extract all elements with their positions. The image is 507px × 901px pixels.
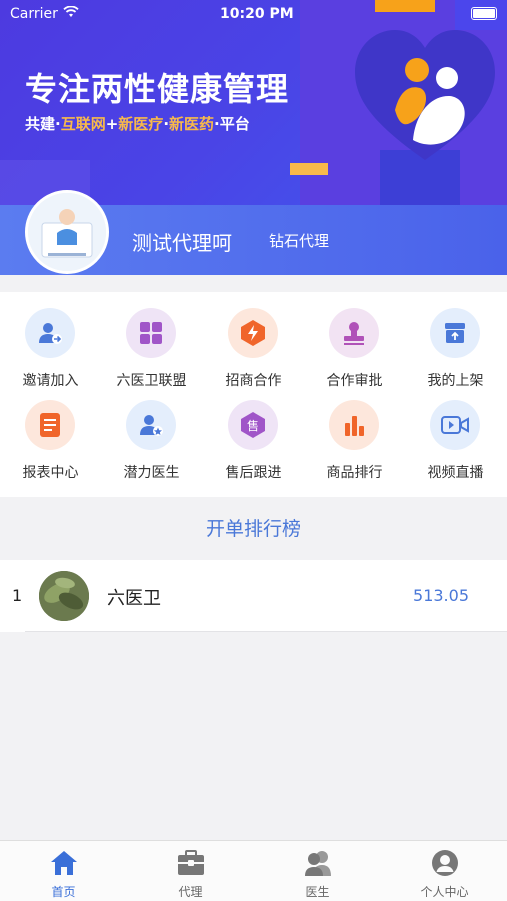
bar-chart-icon	[329, 400, 379, 450]
clock: 10:20 PM	[220, 6, 294, 22]
alliance-grid-icon	[126, 308, 176, 358]
tab-label: 代理	[178, 885, 203, 899]
subtitle-part: ·平台	[214, 115, 250, 133]
battery-icon	[471, 7, 497, 20]
leaf-photo-icon	[39, 571, 89, 621]
grid-label: 视频直播	[427, 465, 484, 481]
svg-text:售: 售	[247, 418, 259, 433]
carrier-label: Carrier	[10, 6, 58, 22]
avatar	[39, 571, 89, 621]
after-sale-icon: 售	[228, 400, 278, 450]
subtitle-highlight: 互联网	[60, 115, 106, 133]
banner-title: 专注两性健康管理	[25, 70, 290, 108]
grid-label: 潜力医生	[123, 465, 180, 481]
grid-label: 报表中心	[22, 465, 79, 481]
grid-item-reports[interactable]: 报表中心	[0, 384, 101, 481]
tab-agent[interactable]: 代理	[127, 841, 254, 901]
rank-value: 513.05	[413, 586, 469, 605]
profile-icon	[432, 850, 458, 876]
home-icon	[51, 851, 77, 875]
status-bar: Carrier 10:20 PM	[0, 0, 507, 28]
shelf-box-icon	[430, 308, 480, 358]
grid-item-live-video[interactable]: 视频直播	[405, 384, 506, 481]
banner-decoration	[290, 163, 328, 175]
tab-bar: 首页 代理 医生 个人中心	[0, 840, 507, 901]
grid-item-potential-doctor[interactable]: 潜力医生	[101, 384, 202, 481]
invite-user-icon	[25, 308, 75, 358]
briefcase-icon	[178, 850, 204, 875]
video-icon	[430, 400, 480, 450]
tab-label: 首页	[51, 885, 76, 899]
grid-item-invite[interactable]: 邀请加入	[0, 292, 101, 389]
grid-item-after-sale[interactable]: 售 售后跟进	[203, 384, 304, 481]
tab-home[interactable]: 首页	[0, 841, 127, 901]
rank-number: 1	[12, 586, 23, 605]
banner-subtitle: 共建·互联网+新医疗·新医药·平台	[25, 113, 250, 134]
tab-label: 个人中心	[420, 885, 469, 899]
doctor-star-icon	[126, 400, 176, 450]
subtitle-highlight: 新医药	[169, 115, 215, 133]
grid-item-alliance[interactable]: 六医卫联盟	[101, 292, 202, 389]
doctor-avatar-icon	[28, 193, 106, 271]
subtitle-part: +	[105, 115, 119, 133]
heart-couple-logo-icon	[355, 30, 495, 160]
lightning-icon	[228, 308, 278, 358]
grid-item-product-ranking[interactable]: 商品排行	[304, 384, 405, 481]
stamp-icon	[329, 308, 379, 358]
ranking-title: 开单排行榜	[205, 518, 301, 540]
avatar[interactable]	[25, 190, 109, 274]
tab-label: 医生	[305, 885, 330, 899]
grid-item-shelf[interactable]: 我的上架	[405, 292, 506, 389]
function-grid: 邀请加入 六医卫联盟 招商合作 合作审批 我的上架 报表中心 潜力医生 售 售后…	[0, 292, 507, 497]
subtitle-highlight: 新医疗	[118, 115, 164, 133]
tab-doctors[interactable]: 医生	[254, 841, 381, 901]
profile-name: 测试代理呵	[132, 231, 232, 255]
divider	[25, 631, 507, 632]
grid-label: 商品排行	[326, 465, 383, 481]
wifi-icon	[63, 6, 79, 17]
rank-name: 六医卫	[107, 588, 161, 609]
report-icon	[25, 400, 75, 450]
subtitle-part: 共建·	[25, 115, 61, 133]
grid-item-investment[interactable]: 招商合作	[203, 292, 304, 389]
table-row[interactable]: 1 六医卫 513.05	[0, 560, 507, 632]
tab-profile[interactable]: 个人中心	[381, 841, 507, 901]
grid-item-approval[interactable]: 合作审批	[304, 292, 405, 389]
grid-label: 售后跟进	[225, 465, 282, 481]
profile-level: 钻石代理	[269, 232, 330, 250]
doctors-icon	[305, 851, 331, 876]
